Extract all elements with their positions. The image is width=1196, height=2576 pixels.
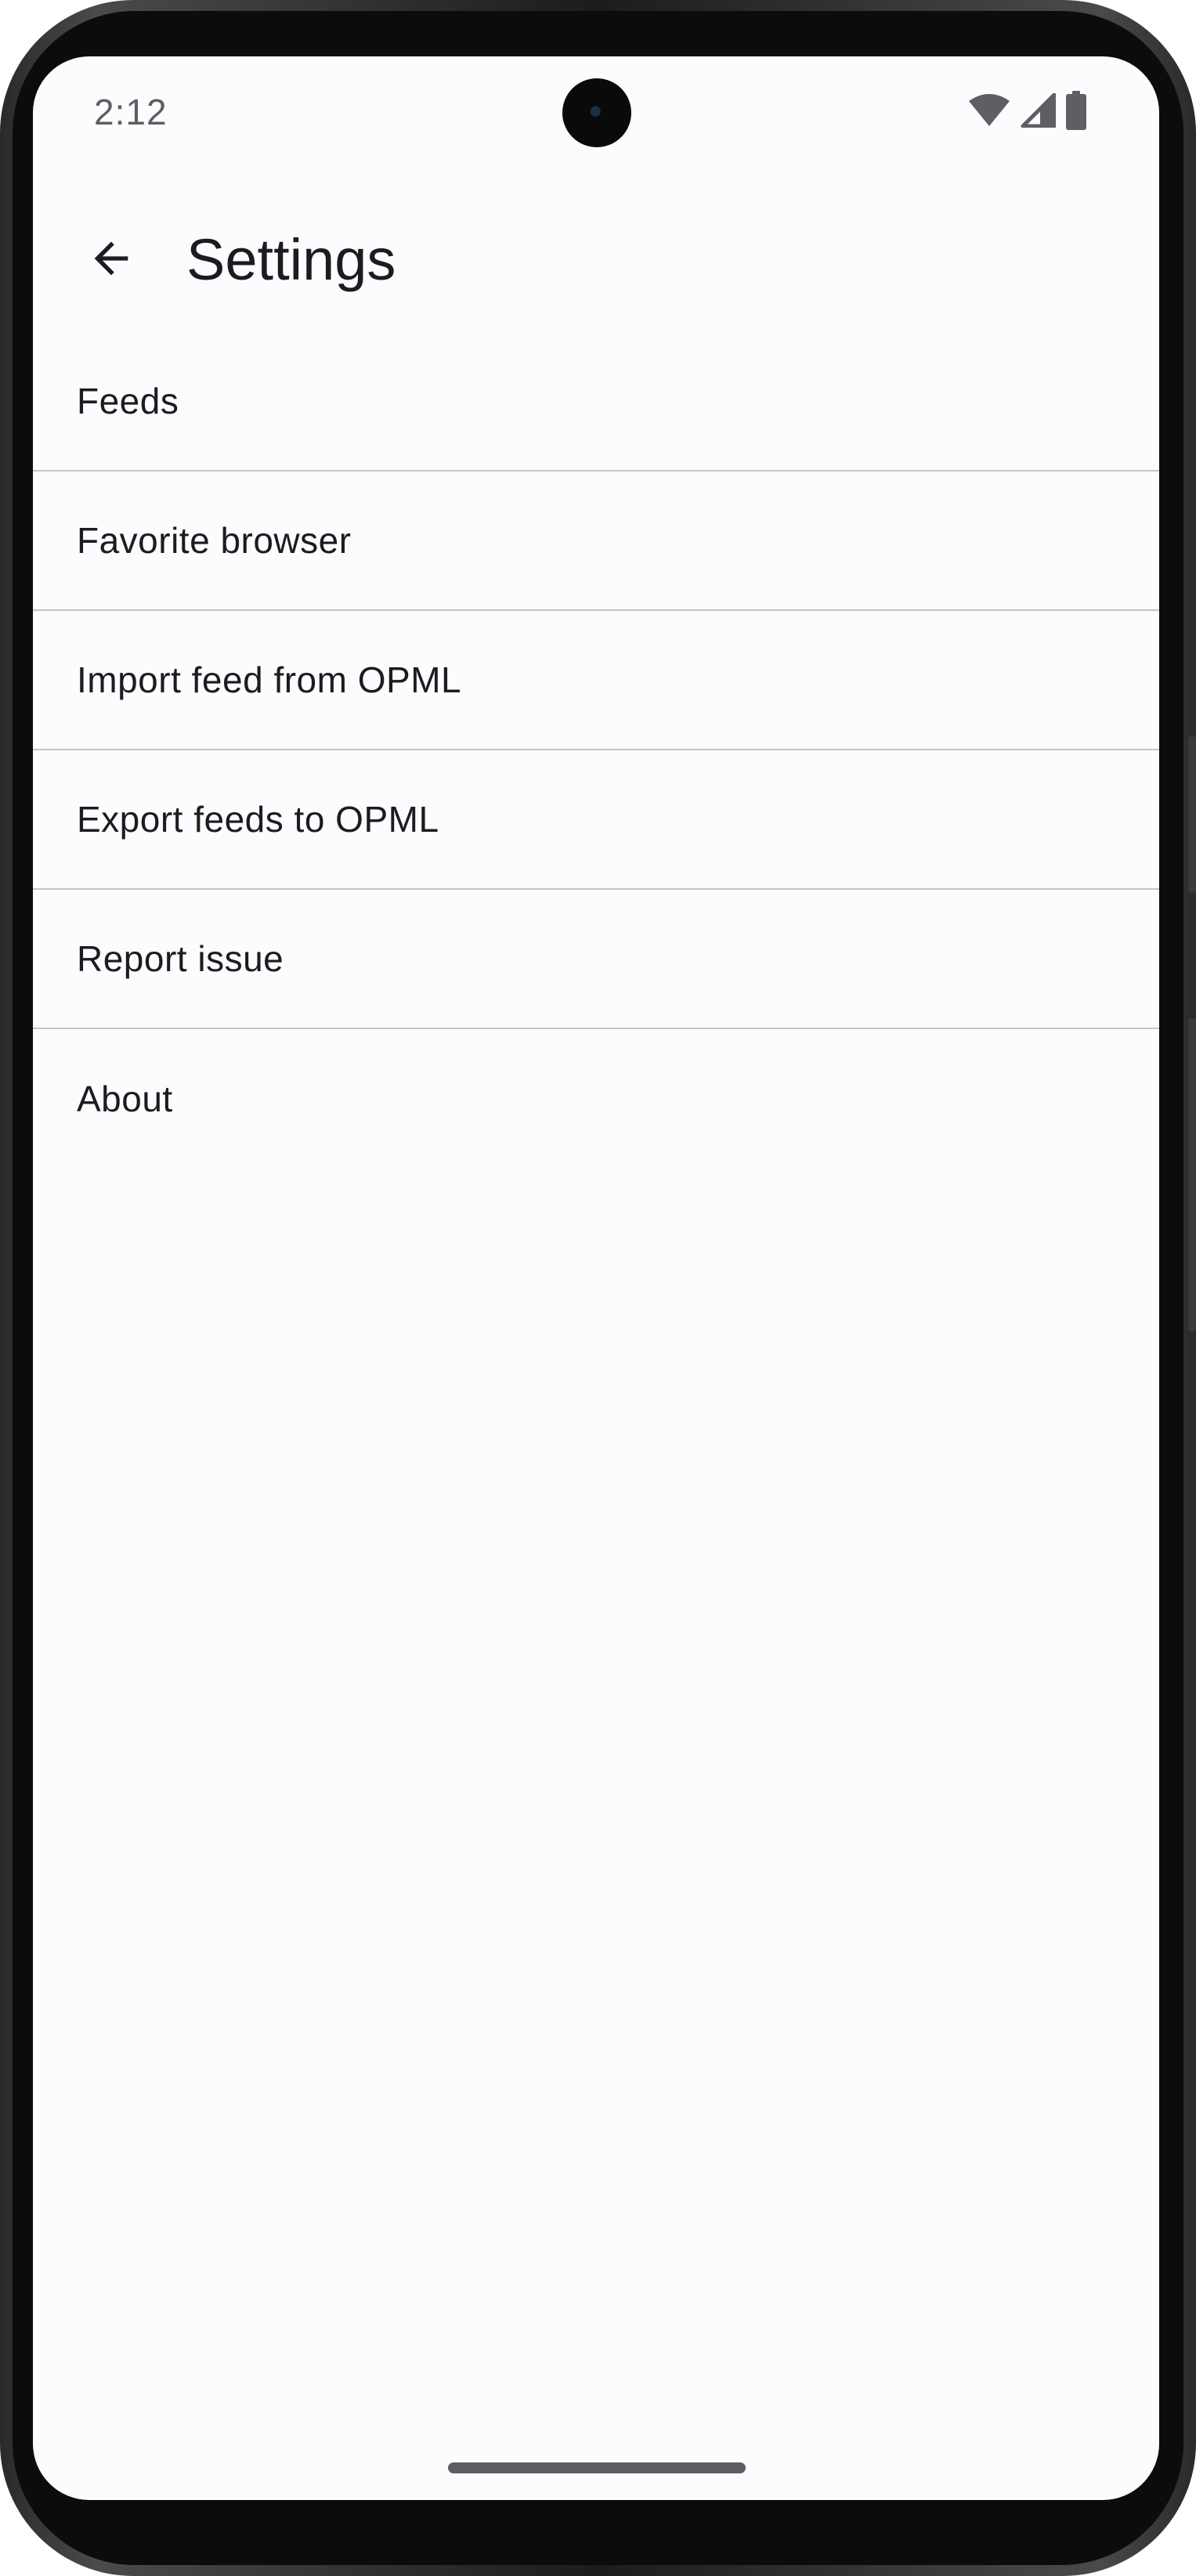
settings-item-feeds[interactable]: Feeds xyxy=(33,332,1159,471)
arrow-back-icon xyxy=(86,233,136,287)
settings-item-about[interactable]: About xyxy=(33,1029,1159,1169)
settings-item-label: Favorite browser xyxy=(77,520,352,561)
power-button xyxy=(1188,736,1196,893)
settings-item-label: About xyxy=(77,1078,173,1119)
battery-icon xyxy=(1065,91,1087,130)
back-button[interactable] xyxy=(75,224,147,296)
gesture-navigation-bar[interactable] xyxy=(448,2462,746,2473)
volume-button xyxy=(1188,1018,1196,1331)
settings-item-export-opml[interactable]: Export feeds to OPML xyxy=(33,750,1159,890)
settings-list: Feeds Favorite browser Import feed from … xyxy=(33,332,1159,1169)
screen: 2:12 Settings Feeds Favorite browser Imp… xyxy=(33,56,1159,2500)
status-bar: 2:12 xyxy=(33,56,1159,174)
top-app-bar: Settings xyxy=(33,205,1159,315)
cellular-signal-icon xyxy=(1020,93,1056,128)
settings-item-report-issue[interactable]: Report issue xyxy=(33,890,1159,1029)
settings-item-label: Export feeds to OPML xyxy=(77,799,439,840)
settings-item-favorite-browser[interactable]: Favorite browser xyxy=(33,471,1159,611)
settings-item-label: Feeds xyxy=(77,381,179,421)
device-frame: 2:12 Settings Feeds Favorite browser Imp… xyxy=(0,0,1196,2576)
front-camera xyxy=(562,78,631,147)
status-time: 2:12 xyxy=(94,92,168,132)
settings-item-import-opml[interactable]: Import feed from OPML xyxy=(33,611,1159,750)
wifi-icon xyxy=(968,93,1010,128)
settings-item-label: Report issue xyxy=(77,938,284,979)
settings-item-label: Import feed from OPML xyxy=(77,659,462,700)
status-icons xyxy=(968,91,1087,130)
page-title: Settings xyxy=(186,227,396,292)
